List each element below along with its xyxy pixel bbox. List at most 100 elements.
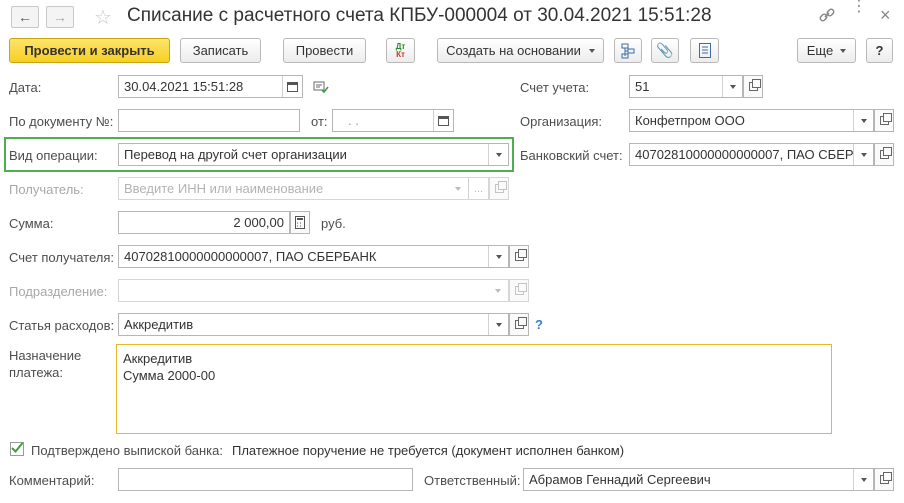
date-field[interactable]: 30.04.2021 15:51:28 — [118, 75, 303, 98]
chevron-down-icon — [860, 118, 867, 123]
chevron-down-icon — [495, 288, 501, 293]
responsible-label: Ответственный: — [424, 473, 521, 488]
select-button[interactable]: ... — [468, 178, 488, 199]
open-icon — [514, 317, 527, 329]
open-icon — [514, 283, 527, 295]
help-button[interactable]: ? — [866, 38, 893, 63]
dropdown-button[interactable] — [488, 246, 508, 267]
calculator-icon — [295, 216, 305, 229]
recipient-account-label: Счет получателя: — [9, 250, 115, 265]
purpose-textarea[interactable]: Аккредитив Сумма 2000-00 — [116, 344, 832, 434]
open-icon — [879, 472, 892, 484]
recipient-field[interactable]: Введите ИНН или наименование ... — [118, 177, 489, 200]
write-button[interactable]: Записать — [180, 38, 261, 63]
expense-label: Статья расходов: — [9, 318, 115, 333]
expense-select[interactable]: Аккредитив — [118, 313, 509, 336]
dropdown-button[interactable] — [853, 469, 873, 490]
open-expense-button[interactable] — [509, 313, 529, 336]
dropdown-button[interactable] — [488, 144, 508, 165]
recipient-account-select[interactable]: 40702810000000000007, ПАО СБЕРБАНК — [118, 245, 509, 268]
arrow-left-icon: ← — [18, 9, 32, 25]
open-icon — [494, 181, 507, 193]
chevron-down-icon — [495, 254, 502, 259]
organization-select[interactable]: Конфетпром ООО — [629, 109, 874, 132]
expense-help-icon[interactable]: ? — [535, 317, 543, 332]
confirmed-note: Платежное поручение не требуется (докуме… — [232, 443, 625, 458]
dropdown-button[interactable] — [853, 144, 873, 165]
structure-icon — [621, 43, 635, 58]
report-button[interactable] — [690, 38, 719, 63]
dropdown-button[interactable] — [488, 314, 508, 335]
chevron-down-icon — [860, 477, 867, 482]
open-department-button[interactable] — [509, 279, 529, 302]
star-icon[interactable]: ☆ — [94, 5, 112, 30]
chevron-down-icon — [729, 84, 736, 89]
check-doc-icon[interactable] — [313, 80, 329, 97]
dt-kt-icon: Дт Кт — [395, 41, 406, 59]
calendar-button[interactable] — [282, 76, 302, 97]
open-icon — [748, 79, 761, 91]
calendar-icon — [287, 81, 298, 92]
comment-field[interactable] — [118, 468, 413, 491]
amount-field[interactable]: 2 000,00 — [118, 211, 290, 234]
confirmed-label: Подтверждено выпиской банка: — [31, 443, 223, 458]
account-select[interactable]: 51 — [629, 75, 743, 98]
arrow-right-icon: → — [53, 9, 67, 25]
dropdown-button[interactable] — [853, 110, 873, 131]
open-bank-account-button[interactable] — [874, 143, 894, 166]
chevron-down-icon — [860, 152, 867, 157]
confirmed-checkbox[interactable] — [10, 442, 24, 456]
account-label: Счет учета: — [520, 80, 590, 95]
close-icon[interactable]: × — [880, 5, 891, 26]
open-icon — [879, 147, 892, 159]
open-responsible-button[interactable] — [874, 468, 894, 491]
forward-button[interactable]: → — [46, 6, 74, 28]
purpose-label: Назначение платежа: — [9, 348, 82, 380]
dt-kt-button[interactable]: Дт Кт — [386, 38, 415, 63]
dropdown-button[interactable] — [488, 280, 508, 301]
responsible-select[interactable]: Абрамов Геннадий Сергеевич — [523, 468, 874, 491]
more-button[interactable]: Еще — [797, 38, 856, 63]
back-button[interactable]: ← — [11, 6, 39, 28]
amount-label: Сумма: — [9, 216, 54, 231]
chevron-down-icon — [840, 48, 847, 53]
more-vert-icon[interactable]: ⋮ — [851, 0, 867, 15]
open-organization-button[interactable] — [874, 109, 894, 132]
checkmark-icon — [11, 442, 24, 453]
chevron-down-icon — [588, 48, 595, 53]
attach-button[interactable]: 📎 — [651, 38, 679, 63]
currency-label: руб. — [321, 216, 346, 231]
organization-label: Организация: — [520, 114, 603, 129]
post-button[interactable]: Провести — [283, 38, 366, 63]
chevron-down-icon — [495, 322, 502, 327]
bank-account-select[interactable]: 40702810000000000007, ПАО СБЕР — [629, 143, 874, 166]
create-based-on-button[interactable]: Создать на основании — [437, 38, 604, 63]
chevron-down-icon — [495, 152, 502, 157]
dropdown-button[interactable] — [448, 178, 468, 199]
post-and-close-button[interactable]: Провести и закрыть — [9, 38, 170, 63]
open-icon — [514, 249, 527, 261]
dropdown-button[interactable] — [722, 76, 742, 97]
link-icon[interactable] — [818, 6, 836, 24]
page-title: Списание с расчетного счета КПБУ-000004 … — [127, 5, 712, 26]
open-recipient-account-button[interactable] — [509, 245, 529, 268]
department-select[interactable] — [118, 279, 509, 302]
open-recipient-button[interactable] — [489, 177, 509, 200]
chevron-down-icon — [455, 186, 461, 191]
paperclip-icon: 📎 — [656, 42, 674, 58]
calendar-button[interactable] — [433, 110, 453, 131]
bank-account-label: Банковский счет: — [520, 148, 623, 163]
doc-number-label: По документу №: — [9, 114, 114, 129]
open-account-button[interactable] — [743, 75, 763, 98]
from-date-field[interactable]: . . — [332, 109, 454, 132]
structure-button[interactable] — [614, 38, 642, 63]
comment-label: Комментарий: — [9, 473, 95, 488]
open-icon — [879, 113, 892, 125]
date-label: Дата: — [9, 80, 42, 95]
operation-type-label: Вид операции: — [9, 148, 98, 163]
doc-number-field[interactable] — [118, 109, 300, 132]
calendar-icon — [438, 115, 449, 126]
recipient-label: Получатель: — [9, 182, 84, 197]
calculator-button[interactable] — [290, 211, 310, 234]
operation-type-select[interactable]: Перевод на другой счет организации — [118, 143, 509, 166]
